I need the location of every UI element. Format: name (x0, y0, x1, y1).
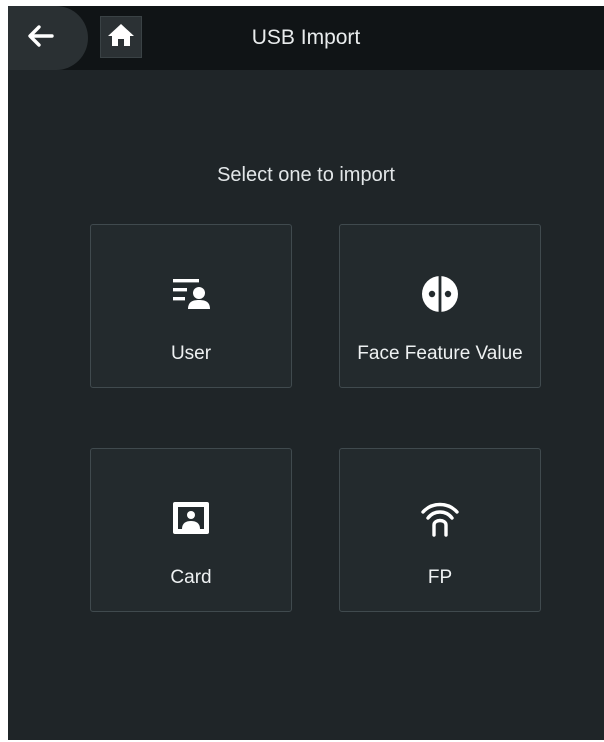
user-import-button[interactable]: User (90, 224, 292, 388)
home-button[interactable] (100, 16, 142, 58)
user-label: User (170, 343, 212, 364)
fingerprint-icon (340, 497, 540, 539)
back-button[interactable] (8, 6, 88, 70)
screen: USB Import Select one to import User Fac (8, 6, 604, 740)
arrow-left-icon (26, 24, 54, 53)
user-list-icon (91, 273, 291, 315)
header-bar: USB Import (8, 6, 604, 70)
face-feature-label: Face Feature Value (357, 343, 523, 364)
home-icon (107, 22, 135, 53)
fp-label: FP (427, 567, 453, 588)
import-prompt: Select one to import (217, 164, 395, 186)
card-import-button[interactable]: Card (90, 448, 292, 612)
card-label: Card (170, 567, 212, 588)
face-icon (340, 273, 540, 315)
card-icon (91, 497, 291, 539)
fp-import-button[interactable]: FP (339, 448, 541, 612)
face-feature-import-button[interactable]: Face Feature Value (339, 224, 541, 388)
page-title: USB Import (251, 26, 361, 49)
